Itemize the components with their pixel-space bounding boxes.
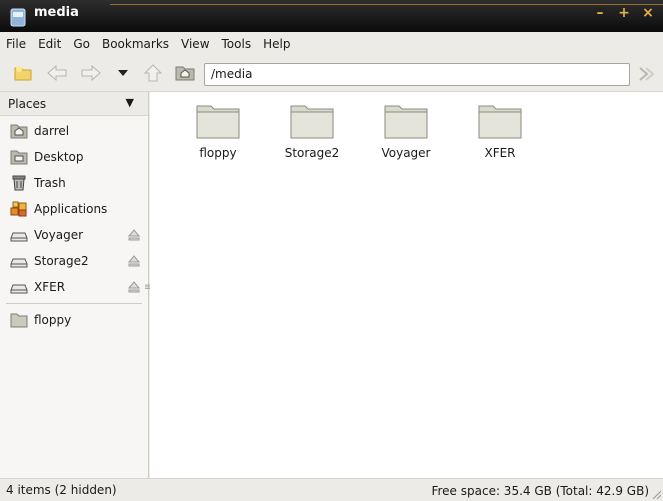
sidebar-item-label: XFER bbox=[34, 280, 66, 294]
free-space-status: Free space: 35.4 GB (Total: 42.9 GB) bbox=[431, 484, 649, 498]
sidebar-item-label: Storage2 bbox=[34, 254, 89, 268]
sidebar-item-trash[interactable]: Trash bbox=[0, 170, 148, 196]
file-manager-app-icon bbox=[10, 8, 26, 27]
eject-icon[interactable] bbox=[128, 281, 140, 293]
minimize-button[interactable]: – bbox=[593, 6, 607, 20]
location-bar[interactable]: /media bbox=[204, 63, 630, 86]
new-tab-button[interactable] bbox=[12, 62, 34, 84]
places-header[interactable]: Places ▼ bbox=[0, 92, 148, 116]
sidebar-separator bbox=[6, 303, 142, 304]
close-button[interactable]: × bbox=[641, 6, 655, 20]
window-title: media bbox=[34, 4, 79, 20]
places-header-label: Places bbox=[8, 96, 47, 111]
home-folder-icon bbox=[10, 124, 28, 139]
menu-file[interactable]: File bbox=[6, 37, 26, 51]
back-arrow-icon bbox=[47, 64, 67, 82]
sidebar-item-label: Trash bbox=[34, 176, 66, 190]
folder-icon bbox=[384, 105, 428, 139]
forward-arrow-icon bbox=[81, 64, 101, 82]
back-button[interactable] bbox=[46, 62, 68, 84]
home-folder-icon bbox=[175, 66, 195, 81]
eject-icon[interactable] bbox=[128, 229, 140, 241]
menu-go[interactable]: Go bbox=[73, 37, 90, 51]
menu-bookmarks[interactable]: Bookmarks bbox=[102, 37, 169, 51]
file-item-voyager[interactable]: Voyager bbox=[366, 102, 446, 160]
sidebar-item-label: Desktop bbox=[34, 150, 84, 164]
applications-icon bbox=[10, 201, 27, 217]
drive-icon bbox=[10, 258, 28, 268]
places-dropdown-icon[interactable]: ▼ bbox=[126, 96, 134, 109]
file-item-storage2[interactable]: Storage2 bbox=[272, 102, 352, 160]
menu-help[interactable]: Help bbox=[263, 37, 290, 51]
eject-icon[interactable] bbox=[128, 255, 140, 267]
places-sidebar: Places ▼ darrel Desktop Trash Applicatio… bbox=[0, 92, 152, 478]
sidebar-item-darrel[interactable]: darrel bbox=[0, 118, 148, 144]
resize-grip-icon[interactable] bbox=[651, 489, 661, 499]
trash-icon bbox=[12, 175, 26, 191]
chevron-down-icon bbox=[118, 70, 128, 76]
go-jump-icon bbox=[639, 67, 655, 81]
title-bar: media – + × bbox=[0, 0, 663, 32]
folder-icon bbox=[290, 105, 334, 139]
up-arrow-icon bbox=[143, 64, 163, 82]
up-button[interactable] bbox=[142, 62, 164, 84]
menu-edit[interactable]: Edit bbox=[38, 37, 61, 51]
drive-icon bbox=[10, 232, 28, 242]
sidebar-item-floppy[interactable]: floppy bbox=[0, 307, 148, 333]
sidebar-item-xfer[interactable]: XFER bbox=[0, 274, 148, 300]
forward-button[interactable] bbox=[80, 62, 102, 84]
sidebar-item-label: Voyager bbox=[34, 228, 84, 242]
title-bar-accent-line bbox=[110, 4, 663, 5]
sidebar-item-applications[interactable]: Applications bbox=[0, 196, 148, 222]
go-button[interactable] bbox=[636, 63, 658, 85]
new-folder-icon bbox=[14, 66, 32, 81]
sidebar-item-label: darrel bbox=[34, 124, 70, 138]
toolbar: /media bbox=[0, 56, 663, 92]
item-count-status: 4 items (2 hidden) bbox=[6, 483, 117, 497]
file-item-floppy[interactable]: floppy bbox=[178, 102, 258, 160]
menu-bar: File Edit Go Bookmarks View Tools Help bbox=[0, 32, 663, 56]
history-dropdown-button[interactable] bbox=[112, 62, 134, 84]
sidebar-item-label: floppy bbox=[34, 313, 72, 327]
home-button[interactable] bbox=[174, 62, 196, 84]
file-name: Storage2 bbox=[284, 146, 340, 160]
file-name: Voyager bbox=[381, 146, 431, 160]
folder-icon bbox=[10, 313, 28, 328]
file-view[interactable]: floppy Storage2 Voyager XFER bbox=[150, 92, 663, 478]
sidebar-item-label: Applications bbox=[34, 202, 108, 216]
folder-icon bbox=[196, 105, 240, 139]
menu-view[interactable]: View bbox=[181, 37, 209, 51]
file-item-xfer[interactable]: XFER bbox=[460, 102, 540, 160]
sidebar-item-storage2[interactable]: Storage2 bbox=[0, 248, 148, 274]
status-bar: 4 items (2 hidden) Free space: 35.4 GB (… bbox=[0, 478, 663, 501]
sidebar-item-voyager[interactable]: Voyager bbox=[0, 222, 148, 248]
file-name: floppy bbox=[199, 146, 237, 160]
desktop-folder-icon bbox=[10, 150, 28, 165]
file-name: XFER bbox=[484, 146, 516, 160]
drive-icon bbox=[10, 284, 28, 294]
maximize-button[interactable]: + bbox=[617, 6, 631, 20]
sidebar-item-desktop[interactable]: Desktop bbox=[0, 144, 148, 170]
folder-icon bbox=[478, 105, 522, 139]
menu-tools[interactable]: Tools bbox=[222, 37, 252, 51]
